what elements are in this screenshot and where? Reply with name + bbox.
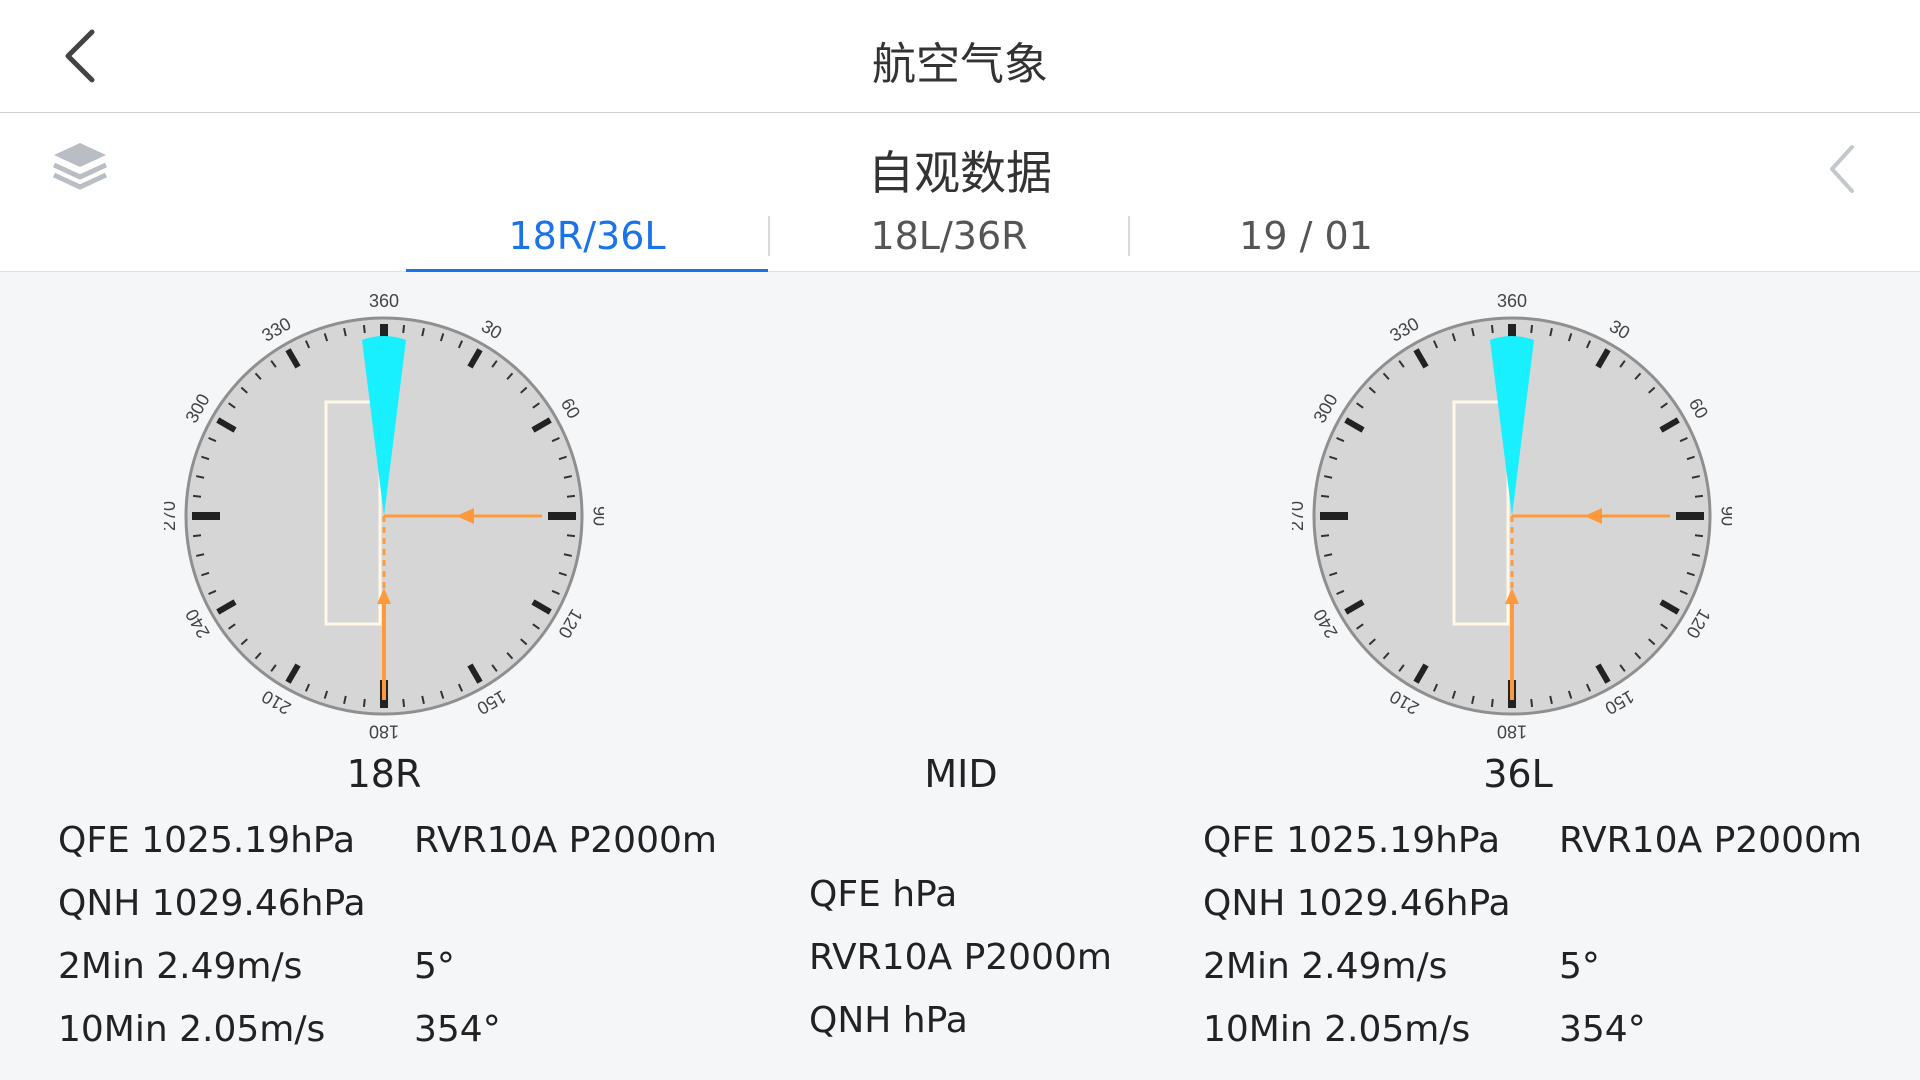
runway-label-right: 36L bbox=[1483, 752, 1553, 796]
dial-tick bbox=[192, 494, 202, 498]
dial-tick bbox=[1490, 324, 1494, 334]
dial-tick bbox=[1320, 494, 1330, 498]
compass-dial: 360306090120150180210240270300330 bbox=[164, 291, 604, 742]
runway-tabs: 18R/36L 18L/36R 19 / 01 bbox=[406, 201, 1482, 272]
dial-label: 360 bbox=[1497, 291, 1527, 311]
top-bar: 航空气象 bbox=[0, 0, 1920, 113]
chevron-left-icon bbox=[1830, 145, 1854, 193]
collapse-button[interactable] bbox=[1812, 137, 1872, 201]
qfe-value: QFE hPa bbox=[809, 874, 958, 915]
dial-tick bbox=[402, 698, 406, 708]
qfe-value: QFE 1025.19hPa bbox=[58, 820, 356, 861]
dial-label: 60 bbox=[1685, 395, 1712, 422]
dial-tick bbox=[1530, 324, 1534, 334]
dial-label: 180 bbox=[369, 721, 399, 741]
qfe-value: QFE 1025.19hPa bbox=[1203, 820, 1501, 861]
dial-tick bbox=[566, 534, 576, 538]
dial-tick bbox=[566, 494, 576, 498]
wind-2min-speed: 2Min 2.49m/s bbox=[58, 946, 303, 987]
rvr-value: RVR10A P2000m bbox=[414, 820, 717, 861]
qnh-value: QNH hPa bbox=[809, 1000, 968, 1041]
section-title: 自观数据 bbox=[868, 146, 1052, 200]
dial-label: 90 bbox=[589, 506, 604, 526]
page-title: 航空气象 bbox=[872, 39, 1048, 90]
dial-label: 270 bbox=[1292, 501, 1307, 531]
wind-2min-direction: 5° bbox=[414, 946, 455, 987]
qnh-value: QNH 1029.46hPa bbox=[58, 883, 366, 924]
dial-label: 180 bbox=[1497, 721, 1527, 741]
dial-tick bbox=[362, 324, 366, 334]
wind-10min-speed: 10Min 2.05m/s bbox=[58, 1009, 326, 1050]
wind-10min-direction: 354° bbox=[414, 1009, 501, 1050]
runway-label-left: 18R bbox=[346, 752, 422, 796]
dial-tick bbox=[1490, 698, 1494, 708]
dial-tick bbox=[192, 534, 202, 538]
qnh-value: QNH 1029.46hPa bbox=[1203, 883, 1511, 924]
dial-label: 90 bbox=[1717, 506, 1732, 526]
dial-tick bbox=[362, 698, 366, 708]
dial-label: 30 bbox=[1606, 316, 1633, 343]
dial-label: 60 bbox=[557, 395, 584, 422]
dial-tick bbox=[402, 324, 406, 334]
wind-2min-speed: 2Min 2.49m/s bbox=[1203, 946, 1448, 987]
compass-dial: 360306090120150180210240270300330 bbox=[1292, 291, 1732, 742]
runway-label-mid: MID bbox=[924, 752, 998, 796]
wind-compass-right: 360306090120150180210240270300330 bbox=[1292, 291, 1732, 742]
tab-18l-36r[interactable]: 18L/36R bbox=[770, 201, 1128, 271]
wind-10min-speed: 10Min 2.05m/s bbox=[1203, 1009, 1471, 1050]
dial-tick bbox=[1694, 534, 1704, 538]
dial-label: 270 bbox=[164, 501, 179, 531]
dial-label: 360 bbox=[369, 291, 399, 311]
dial-tick bbox=[1530, 698, 1534, 708]
tab-19-01[interactable]: 19 / 01 bbox=[1130, 201, 1482, 271]
wind-10min-direction: 354° bbox=[1559, 1009, 1646, 1050]
rvr-value: RVR10A P2000m bbox=[1559, 820, 1862, 861]
tab-18r-36l[interactable]: 18R/36L bbox=[406, 201, 768, 272]
dial-tick bbox=[1694, 494, 1704, 498]
sub-header: 自观数据 18R/36L 18L/36R 19 / 01 bbox=[0, 113, 1920, 272]
dial-label: 30 bbox=[478, 316, 505, 343]
wind-2min-direction: 5° bbox=[1559, 946, 1600, 987]
wind-compass-left: 360306090120150180210240270300330 bbox=[164, 291, 604, 742]
rvr-value: RVR10A P2000m bbox=[809, 937, 1112, 978]
dial-tick bbox=[1320, 534, 1330, 538]
